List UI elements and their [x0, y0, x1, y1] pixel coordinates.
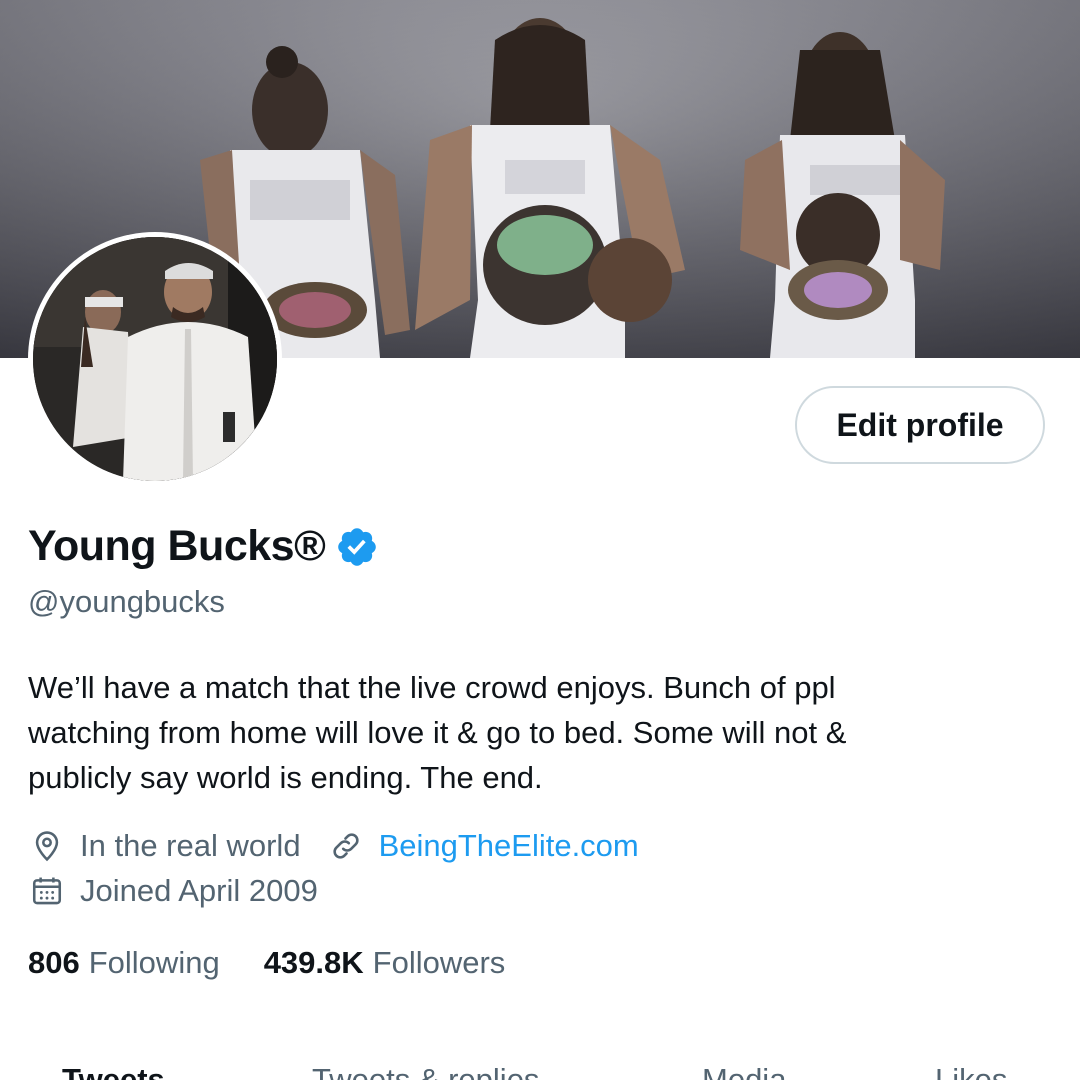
- tab-likes[interactable]: Likes: [935, 1062, 1007, 1080]
- following-label: Following: [88, 945, 220, 980]
- display-name-row: Young Bucks®: [28, 522, 379, 571]
- profile-page: Edit profile Young Bucks® @youngbucks We…: [0, 0, 1080, 1080]
- follow-counts: 806 Following 439.8K Followers: [28, 945, 549, 981]
- profile-tabs: Tweets Tweets & replies Media Likes: [0, 1062, 1080, 1080]
- followers-label: Followers: [372, 945, 506, 980]
- location-pin-icon: [30, 829, 64, 863]
- joined-row: Joined April 2009: [30, 873, 318, 909]
- following-count: 806: [28, 945, 80, 980]
- verified-badge-icon[interactable]: [335, 525, 379, 569]
- profile-avatar[interactable]: [28, 232, 282, 486]
- profile-bio: We’ll have a match that the live crowd e…: [28, 670, 847, 795]
- joined-date: Joined April 2009: [80, 873, 318, 908]
- tab-media[interactable]: Media: [702, 1062, 786, 1080]
- profile-meta-row: In the real world BeingTheElite.com: [30, 828, 639, 864]
- link-icon: [329, 829, 363, 863]
- edit-profile-button[interactable]: Edit profile: [795, 386, 1045, 464]
- calendar-icon: [30, 874, 64, 908]
- display-name: Young Bucks®: [28, 522, 326, 570]
- user-handle: @youngbucks: [28, 584, 225, 619]
- followers-link[interactable]: 439.8K Followers: [264, 945, 506, 981]
- tab-tweets-replies[interactable]: Tweets & replies: [312, 1062, 539, 1080]
- followers-count: 439.8K: [263, 945, 364, 980]
- website-link[interactable]: BeingTheElite.com: [379, 828, 639, 864]
- avatar-photo: [33, 237, 277, 481]
- location-text: In the real world: [80, 828, 301, 863]
- tab-tweets[interactable]: Tweets: [62, 1062, 165, 1080]
- following-link[interactable]: 806 Following: [28, 945, 220, 981]
